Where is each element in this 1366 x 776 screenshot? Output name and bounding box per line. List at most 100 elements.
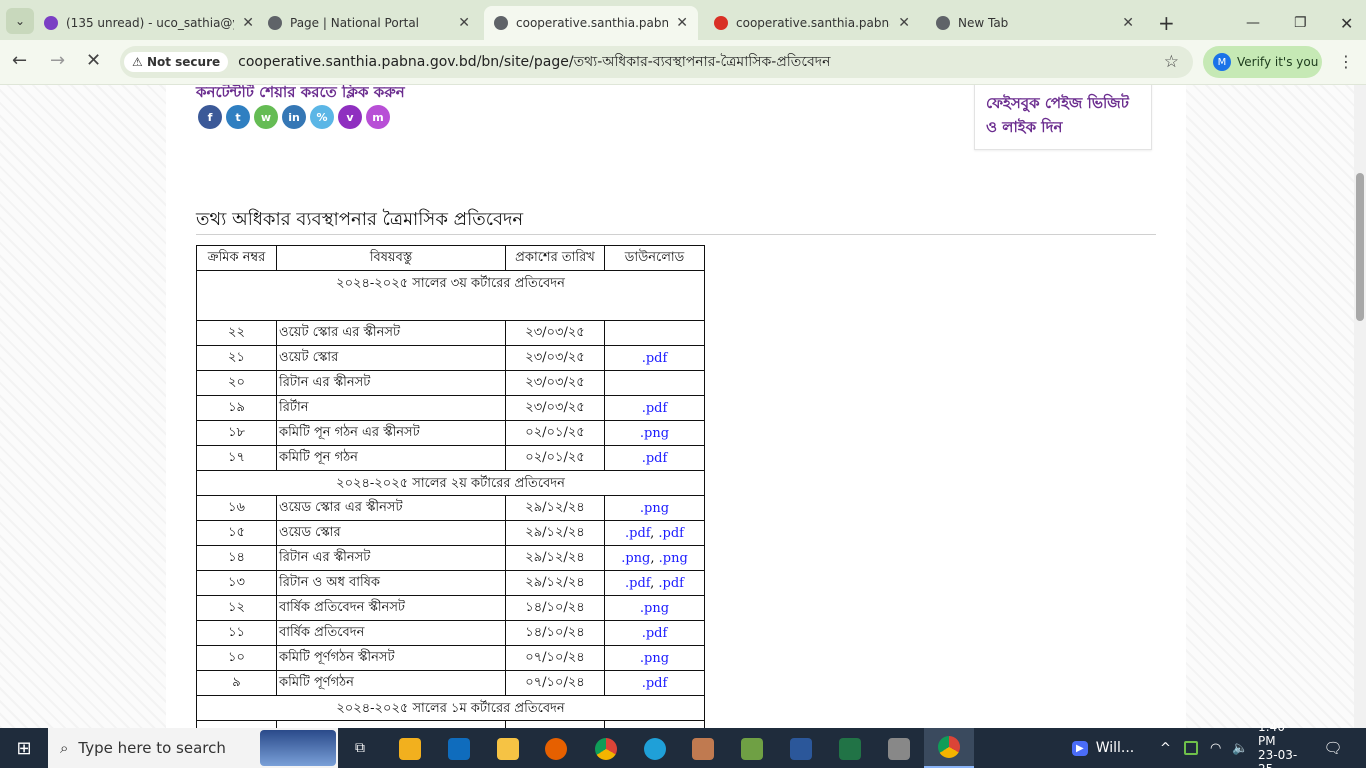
serial-number: ৯: [196, 670, 277, 696]
url-text[interactable]: cooperative.santhia.pabna.gov.bd/bn/site…: [238, 50, 830, 74]
bookmark-star-icon[interactable]: ☆: [1164, 52, 1179, 72]
linkedin-share-icon[interactable]: in: [282, 105, 306, 129]
browser-toolbar: ← → ✕ ⚠ Not secure cooperative.santhia.p…: [0, 40, 1366, 85]
paint-icon[interactable]: [741, 738, 763, 760]
windows-start-icon[interactable]: ⊞: [0, 728, 48, 768]
table-row: ২০ রিটান এর স্কীনসট ২৩/০৩/২৫: [196, 370, 705, 396]
tray-app-icon[interactable]: [1184, 741, 1198, 755]
table-row: [196, 720, 705, 728]
publish-date: ১৪/১০/২৪: [505, 620, 605, 646]
new-tab-button[interactable]: +: [1148, 6, 1185, 40]
firefox-icon[interactable]: [545, 738, 567, 760]
tab-strip: ⌄ (135 unread) - uco_sathia@y ✕ Page | Nat…: [0, 0, 1366, 40]
not-secure-label: Not secure: [146, 55, 221, 69]
subject: কমিটি পূন গঠন এর স্কীনসট: [276, 420, 506, 446]
scrollbar-thumb[interactable]: [1356, 173, 1364, 321]
zoom-meeting-button[interactable]: ▶ Will...: [1072, 728, 1134, 768]
tab-title: cooperative.santhia.pabna.go: [516, 16, 669, 30]
taskbar: ⊞ ⌕ Type here to search ⧉ ▶ Will... ^ ◠ 🔈…: [0, 720, 1366, 776]
download-link[interactable]: .pdf: [625, 576, 650, 591]
download-cell: .pdf, .pdf: [604, 570, 705, 596]
browser-tab[interactable]: New Tab ✕: [926, 6, 1144, 40]
download-cell: .png: [604, 595, 705, 621]
download-link[interactable]: .pdf: [642, 351, 668, 366]
search-icon: ⌕: [60, 739, 69, 757]
download-cell: .pdf: [604, 395, 705, 421]
serial-number: ১৯: [196, 395, 277, 421]
app-label: Will...: [1095, 740, 1135, 756]
store-icon[interactable]: [399, 738, 421, 760]
download-link[interactable]: .pdf: [625, 526, 650, 541]
column-header: ক্রমিক নম্বর: [196, 245, 277, 271]
task-view-icon[interactable]: ⧉: [350, 728, 370, 768]
outlook-icon[interactable]: [448, 738, 470, 760]
download-link[interactable]: .pdf: [642, 451, 668, 466]
browser-tab[interactable]: cooperative.santhia.pabna.g ✕: [704, 6, 920, 40]
notifications-icon[interactable]: 🗨: [1322, 728, 1344, 768]
serial-number: ১৭: [196, 445, 277, 471]
tab-close-icon[interactable]: ✕: [458, 15, 470, 31]
viber-share-icon[interactable]: v: [338, 105, 362, 129]
not-secure-badge[interactable]: ⚠ Not secure: [124, 52, 229, 72]
forward-icon[interactable]: →: [50, 50, 65, 71]
edge-icon[interactable]: [644, 738, 666, 760]
word-icon[interactable]: [790, 738, 812, 760]
chrome-icon[interactable]: [595, 738, 617, 760]
back-icon[interactable]: ←: [12, 50, 27, 71]
facebook-page-link[interactable]: ফেইসবুক পেইজ ভিজিট ও লাইক দিন: [986, 94, 1129, 136]
facebook-page-box[interactable]: ফেইসবুক পেইজ ভিজিট ও লাইক দিন: [974, 85, 1152, 150]
tab-close-icon[interactable]: ✕: [898, 15, 910, 31]
download-link[interactable]: .png: [640, 426, 669, 441]
copy-link-share-icon[interactable]: %: [310, 105, 334, 129]
tab-title: New Tab: [958, 16, 1009, 30]
menu-icon[interactable]: ⋮: [1338, 52, 1354, 71]
volume-icon[interactable]: 🔈: [1232, 728, 1248, 768]
browser-tab[interactable]: (135 unread) - uco_sathia@y ✕: [34, 6, 264, 40]
subject: ওয়েড স্কোর এর স্কীনসট: [276, 495, 506, 521]
wifi-icon[interactable]: ◠: [1210, 728, 1221, 768]
clock[interactable]: 1:40 PM 23-03-25: [1258, 720, 1302, 776]
download-link[interactable]: .png: [640, 501, 669, 516]
download-link[interactable]: .pdf: [658, 576, 684, 591]
download-link[interactable]: .pdf: [642, 676, 668, 691]
browser-tab[interactable]: cooperative.santhia.pabna.go ✕: [484, 6, 698, 40]
verify-label: Verify it's you: [1237, 55, 1319, 69]
tab-close-icon[interactable]: ✕: [676, 15, 688, 31]
download-link[interactable]: .png: [640, 651, 669, 666]
excel-icon[interactable]: [839, 738, 861, 760]
table-row: ১০ কমিটি পূর্ণগঠন স্কীনসট ০৭/১০/২৪ .png: [196, 645, 705, 671]
printer-app-icon[interactable]: [888, 738, 910, 760]
maximize-button[interactable]: ❐: [1284, 6, 1317, 40]
twitter-share-icon[interactable]: t: [226, 105, 250, 129]
verify-profile-button[interactable]: M Verify it's you: [1203, 46, 1322, 78]
subject: কমিটি পূর্ণগঠন: [276, 670, 506, 696]
serial-number: ১১: [196, 620, 277, 646]
download-link[interactable]: .pdf: [658, 526, 684, 541]
tab-close-icon[interactable]: ✕: [242, 15, 254, 31]
tab-favicon-icon: [936, 16, 950, 30]
tab-close-icon[interactable]: ✕: [1122, 15, 1134, 31]
tab-search-button[interactable]: ⌄: [6, 8, 34, 34]
stop-loading-icon[interactable]: ✕: [86, 50, 101, 71]
browser-tab[interactable]: Page | National Portal ✕: [258, 6, 480, 40]
facebook-share-icon[interactable]: f: [198, 105, 222, 129]
download-link[interactable]: .png: [640, 601, 669, 616]
subject: রিটান এর স্কীনসট: [276, 545, 506, 571]
table-row: ১৬ ওয়েড স্কোর এর স্কীনসট ২৯/১২/২৪ .png: [196, 495, 705, 521]
tab-favicon-icon: [494, 16, 508, 30]
chrome-active-taskbar-button[interactable]: [924, 728, 974, 768]
minimize-button[interactable]: —: [1236, 6, 1270, 40]
download-link[interactable]: .pdf: [642, 626, 668, 641]
whatsapp-share-icon[interactable]: w: [254, 105, 278, 129]
photo-app-icon[interactable]: [692, 738, 714, 760]
address-bar[interactable]: ⚠ Not secure cooperative.santhia.pabna.g…: [120, 46, 1193, 78]
download-link[interactable]: .png: [621, 551, 650, 566]
close-window-button[interactable]: ✕: [1330, 6, 1363, 40]
download-link[interactable]: .pdf: [642, 401, 668, 416]
messenger-share-icon[interactable]: m: [366, 105, 390, 129]
vertical-scrollbar[interactable]: [1354, 85, 1366, 728]
section-row: ২০২৪-২০২৫ সালের ৩য় কর্টারের প্রতিবেদন: [196, 270, 705, 321]
file-explorer-icon[interactable]: [497, 738, 519, 760]
download-link[interactable]: .png: [659, 551, 688, 566]
tray-expand-icon[interactable]: ^: [1160, 728, 1171, 768]
